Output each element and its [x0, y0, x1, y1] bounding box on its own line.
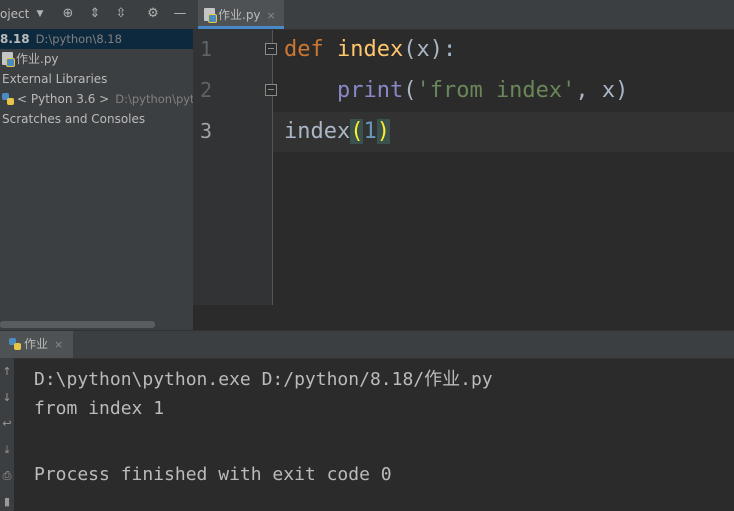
python-icon: [9, 338, 21, 350]
fold-guide: [272, 30, 273, 305]
tree-item-label: 作业.py: [16, 52, 59, 66]
trash-icon[interactable]: ▮: [1, 496, 13, 508]
tab-run[interactable]: 作业 ×: [0, 331, 74, 358]
tree-item-project-root[interactable]: 8.18 D:\python\8.18: [0, 29, 193, 49]
tree-item-external-libraries[interactable]: External Libraries: [2, 69, 107, 89]
console-line: from index 1: [34, 398, 165, 419]
editor-tab-bar: 作业.py ×: [193, 0, 734, 30]
project-toolbar: oject ▼ ⊕ ⇕ ⇳ ⚙ —: [0, 0, 193, 30]
tree-item-label: Scratches and Consoles: [2, 112, 146, 126]
scroll-to-end-icon[interactable]: ⤓: [1, 444, 13, 456]
matched-paren: ): [376, 119, 390, 144]
collapse-all-icon[interactable]: ⇳: [114, 7, 128, 21]
line-number: 1: [200, 37, 213, 61]
console-line: D:\python\python.exe D:/python/8.18/作业.p…: [34, 369, 493, 390]
gear-icon[interactable]: ⚙: [146, 7, 160, 21]
editor-empty-area: [193, 305, 734, 330]
python-file-icon: [204, 8, 217, 23]
tree-item-label: < Python 3.6 >: [17, 92, 110, 106]
tree-item-path: D:\python\pyth: [115, 92, 202, 106]
expand-all-icon[interactable]: ⇕: [88, 7, 102, 21]
soft-wrap-icon[interactable]: ↩: [1, 418, 13, 430]
code-text: index: [284, 119, 351, 144]
arrow-down-icon[interactable]: ↓: [1, 392, 13, 404]
arrow-up-icon[interactable]: ↑: [1, 366, 13, 378]
tab-file[interactable]: 作业.py ×: [198, 0, 284, 29]
code-line-3[interactable]: index(1): [284, 112, 390, 152]
line-number: 3: [200, 119, 213, 143]
python-file-icon: [2, 52, 15, 67]
number-literal: 1: [363, 119, 377, 144]
tree-item-python-sdk[interactable]: < Python 3.6 > D:\python\pyth: [2, 89, 202, 109]
function-name: index: [337, 37, 404, 62]
python-icon: [2, 93, 14, 105]
tree-item-scratches[interactable]: Scratches and Consoles: [2, 109, 145, 129]
fold-collapse-icon[interactable]: [265, 43, 277, 55]
string-literal: 'from index': [416, 78, 576, 103]
matched-paren: (: [350, 119, 364, 144]
tab-label: 作业: [24, 337, 49, 351]
project-panel: oject ▼ ⊕ ⇕ ⇳ ⚙ — 8.18 D:\python\8.18 作业.…: [0, 0, 202, 330]
tab-label: 作业.py: [218, 8, 261, 22]
console-line: Process finished with exit code 0: [34, 464, 392, 485]
hide-panel-icon[interactable]: —: [173, 7, 187, 21]
fold-end-icon[interactable]: [265, 84, 277, 96]
editor-gutter: [193, 30, 273, 330]
builtin: print: [336, 78, 404, 103]
horizontal-scrollbar[interactable]: [0, 321, 155, 328]
tree-item-label: 8.18: [0, 32, 30, 46]
code-text: (: [403, 78, 417, 103]
code-text: , x): [575, 78, 629, 103]
code-line-1[interactable]: def index(x):: [284, 30, 456, 70]
close-icon[interactable]: ×: [54, 338, 63, 351]
run-tab-bar: 作业 ×: [0, 330, 734, 359]
chevron-down-icon[interactable]: ▼: [33, 7, 47, 21]
project-panel-title[interactable]: oject: [0, 7, 29, 21]
close-icon[interactable]: ×: [267, 9, 276, 22]
tree-item-path: D:\python\8.18: [35, 32, 122, 46]
tree-item-file[interactable]: 作业.py: [2, 49, 59, 69]
tree-item-label: External Libraries: [2, 72, 108, 86]
line-number: 2: [200, 78, 213, 102]
run-toolbar: ↑ ↓ ↩ ⤓ ⎙ ▮: [0, 358, 14, 511]
locate-icon[interactable]: ⊕: [61, 7, 75, 21]
code-line-2[interactable]: print('from index', x): [284, 71, 628, 111]
code-text: (x):: [403, 37, 457, 62]
keyword: def: [284, 37, 324, 62]
print-icon[interactable]: ⎙: [1, 470, 13, 482]
